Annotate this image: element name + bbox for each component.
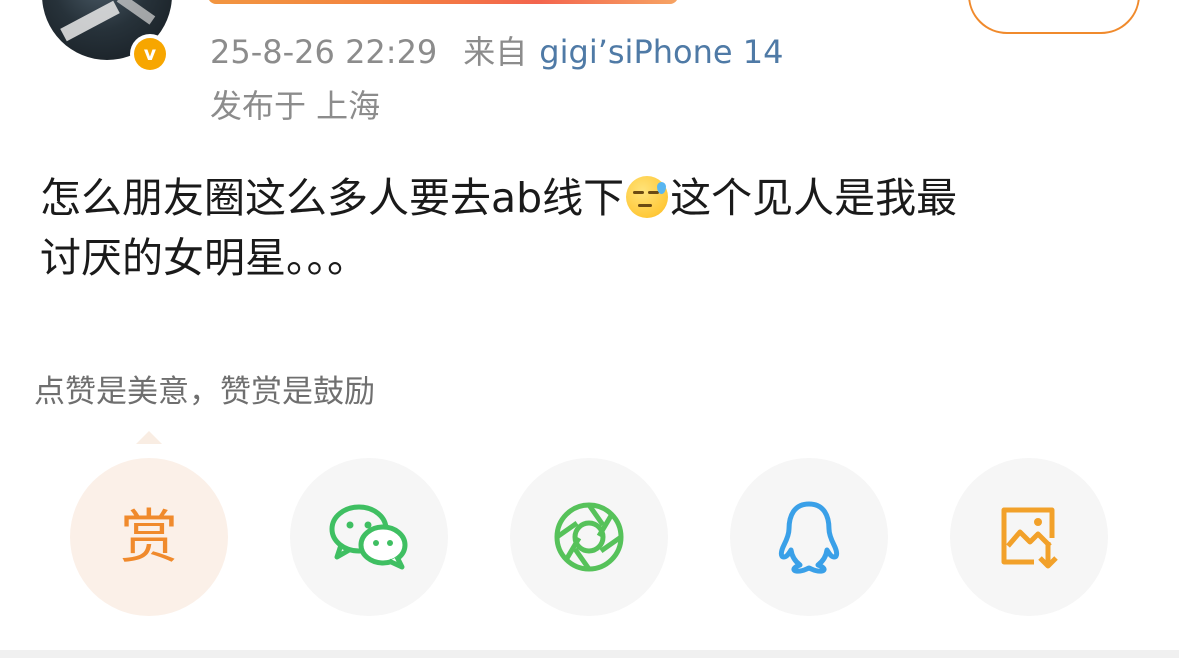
moments-icon (554, 502, 624, 572)
qq-icon (778, 501, 840, 574)
username-cropped[interactable] (208, 0, 678, 4)
reward-button[interactable]: 赏 (70, 458, 228, 616)
source-prefix: 来自 (463, 33, 528, 71)
wechat-icon (329, 504, 408, 570)
save-image-icon (1001, 507, 1058, 569)
post-timestamp: 25-8-26 22:29 (210, 33, 438, 71)
hint-pointer-arrow (136, 431, 162, 444)
share-moments-button[interactable] (510, 458, 668, 616)
post-location: 发布于 上海 (210, 87, 381, 125)
post-text-segment: 怎么朋友圈这么多人要去ab线下 (40, 174, 625, 222)
share-wechat-button[interactable] (290, 458, 448, 616)
reward-char-icon: 赏 (119, 503, 178, 571)
post-meta: 25-8-26 22:29 来自 gigi’siPhone 14 (210, 30, 783, 74)
post-text-segment: 这个见人是我最 (670, 174, 958, 222)
save-image-button[interactable] (950, 458, 1108, 616)
weibo-post-page: v 25-8-26 22:29 来自 gigi’siPhone 14 发布于 上海 … (0, 0, 1179, 658)
share-qq-button[interactable] (730, 458, 888, 616)
post-body: 怎么朋友圈这么多人要去ab线下 这个见人是我最 讨厌的女明星。。。 (40, 168, 1140, 288)
bottom-divider (0, 650, 1179, 658)
post-text-line-2: 讨厌的女明星。。。 (40, 234, 368, 282)
source-device-link[interactable]: gigi’siPhone 14 (539, 33, 783, 71)
post-text-line-1: 怎么朋友圈这么多人要去ab线下 这个见人是我最 (40, 168, 1140, 228)
follow-button[interactable] (968, 0, 1140, 34)
reward-hint: 点赞是美意，赞赏是鼓励 (34, 374, 375, 410)
avatar-detail (116, 0, 156, 25)
verified-badge: v (130, 34, 170, 74)
avatar-detail (60, 0, 120, 42)
sweat-smile-emoji-icon (626, 176, 669, 218)
verified-v-icon: v (134, 38, 166, 70)
